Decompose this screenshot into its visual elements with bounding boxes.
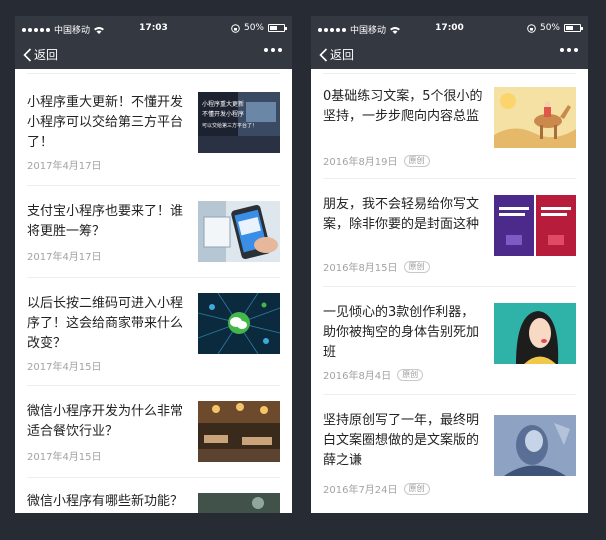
- list-item[interactable]: 支付宝小程序也要来了！谁将更胜一筹？ 2017年4月17日: [27, 186, 280, 278]
- right-phone-screen: 中国移动 17:00 50% 返回 0基础练习文案，5个很小的坚持，一步步爬向内…: [311, 16, 588, 513]
- article-date: 2017年4月17日: [27, 161, 102, 172]
- wechat-network-image: [198, 293, 280, 354]
- article-date: 2017年4月15日: [27, 362, 102, 373]
- status-bar: 中国移动 17:00 50%: [311, 16, 588, 40]
- article-title: 微信小程序开发为什么非常适合餐饮行业？: [27, 404, 184, 439]
- article-thumbnail: [494, 87, 576, 148]
- back-button[interactable]: 返回: [23, 46, 58, 63]
- list-item[interactable]: 小程序重大更新！不懂开发小程序可以交给第三方平台了！ 2017年4月17日 小程…: [27, 77, 280, 186]
- alipay-phone-image: [198, 201, 280, 262]
- article-thumbnail: [494, 415, 576, 476]
- nav-bar: 返回: [15, 40, 292, 69]
- original-badge: 原创: [403, 154, 430, 167]
- battery-percent: 50%: [539, 23, 560, 33]
- article-date: 2017年4月15日: [27, 452, 102, 463]
- nav-bar: 返回: [311, 40, 588, 69]
- restaurant-image: [198, 401, 280, 462]
- article-title: 0基础练习文案，5个很小的坚持，一步步爬向内容总监: [323, 89, 483, 124]
- left-phone-screen: 中国移动 17:03 50% 返回 小程序重大更新！不懂开发小程序可以交给第三方…: [15, 16, 292, 513]
- list-item[interactable]: 0基础练习文案，5个很小的坚持，一步步爬向内容总监 2016年8月19日 原创: [323, 73, 576, 179]
- book-cover-image: [494, 195, 576, 256]
- article-thumbnail: [198, 201, 280, 262]
- article-title: 朋友，我不会轻易给你写文案，除非你要的是封面这种: [323, 197, 480, 232]
- article-title: 支付宝小程序也要来了！谁将更胜一筹？: [27, 204, 184, 239]
- article-thumbnail: [198, 293, 280, 354]
- article-date: 2017年4月17日: [27, 252, 102, 263]
- lock-rotation-icon: [231, 23, 240, 33]
- article-list: 0基础练习文案，5个很小的坚持，一步步爬向内容总监 2016年8月19日 原创: [311, 69, 588, 513]
- list-item[interactable]: 微信小程序开发为什么非常适合餐饮行业？ 2017年4月15日: [27, 386, 280, 478]
- divider: [27, 69, 280, 74]
- battery-percent: 50%: [243, 23, 264, 33]
- article-list: 小程序重大更新！不懂开发小程序可以交给第三方平台了！ 2017年4月17日 小程…: [15, 69, 292, 513]
- original-badge: 原创: [397, 368, 424, 381]
- article-title: 以后长按二维码可进入小程序了！这会给商家带来什么改变？: [27, 296, 184, 351]
- article-title: 坚持原创写了一年，最终明白文案圈想做的是文案版的薛之谦: [323, 413, 480, 468]
- blue-sketch-image: [494, 415, 576, 476]
- camel-rider-image: [494, 87, 576, 148]
- battery-icon: [564, 24, 583, 32]
- original-badge: 原创: [403, 260, 430, 273]
- article-title: 小程序重大更新！不懂开发小程序可以交给第三方平台了！: [27, 95, 184, 150]
- chevron-left-icon: [319, 47, 328, 62]
- back-label: 返回: [330, 48, 355, 62]
- list-item[interactable]: 以后长按二维码可进入小程序了！这会给商家带来什么改变？ 2017年4月15日: [27, 278, 280, 386]
- more-options-button[interactable]: [264, 48, 282, 52]
- article-date: 2016年8月19日 原创: [323, 153, 430, 168]
- chevron-left-icon: [23, 47, 32, 62]
- article-title: 一见倾心的3款创作利器，助你被掏空的身体告别死加班: [323, 305, 480, 360]
- status-bar: 中国移动 17:03 50%: [15, 16, 292, 40]
- article-thumbnail-image: 小程序重大更新 不懂开发小程序 可以交给第三方平台了！: [198, 92, 280, 153]
- battery-icon: [268, 24, 287, 32]
- list-item[interactable]: 一见倾心的3款创作利器，助你被掏空的身体告别死加班 2016年8月4日 原创: [323, 287, 576, 395]
- back-label: 返回: [34, 48, 59, 62]
- thumb-text: 小程序重大更新: [202, 100, 244, 108]
- article-thumbnail: [198, 493, 280, 513]
- article-thumbnail: [494, 195, 576, 256]
- list-item[interactable]: 朋友，我不会轻易给你写文案，除非你要的是封面这种 2016年8月15日 原创: [323, 179, 576, 287]
- article-date: 2016年8月4日 原创: [323, 367, 424, 382]
- lock-rotation-icon: [527, 23, 536, 33]
- article-date: 2016年7月24日 原创: [323, 481, 430, 496]
- thumb-text: 可以交给第三方平台了！: [202, 122, 257, 129]
- article-thumbnail-image: [198, 493, 280, 513]
- original-badge: 原创: [403, 482, 430, 495]
- back-button[interactable]: 返回: [319, 46, 354, 63]
- article-date: 2016年8月15日 原创: [323, 259, 430, 274]
- more-options-button[interactable]: [560, 48, 578, 52]
- list-item[interactable]: 微信小程序有哪些新功能？: [27, 478, 280, 513]
- article-thumbnail: [494, 303, 576, 364]
- article-thumbnail: 小程序重大更新 不懂开发小程序 可以交给第三方平台了！: [198, 92, 280, 153]
- girl-illustration-image: [494, 303, 576, 364]
- article-title: 微信小程序有哪些新功能？: [27, 494, 184, 509]
- article-thumbnail: [198, 401, 280, 462]
- list-item[interactable]: 坚持原创写了一年，最终明白文案圈想做的是文案版的薛之谦 2016年7月24日 原…: [323, 395, 576, 503]
- thumb-text: 不懂开发小程序: [202, 110, 244, 118]
